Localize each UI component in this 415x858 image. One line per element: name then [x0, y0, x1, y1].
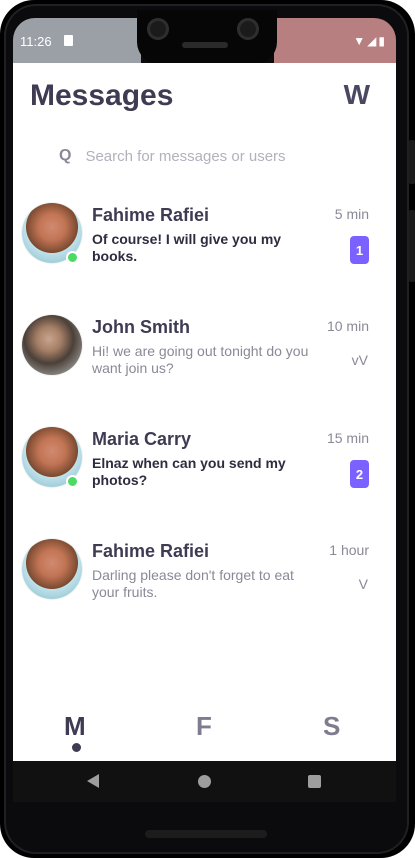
android-nav-bar — [13, 761, 396, 802]
nav-tab-s[interactable]: S — [323, 711, 340, 742]
bottom-nav: M F S — [13, 705, 396, 755]
avatar — [22, 315, 82, 375]
sd-card-icon — [64, 35, 73, 46]
chat-preview: Of course! I will give you my books. — [92, 231, 282, 264]
home-icon[interactable] — [198, 775, 211, 788]
profile-button[interactable]: W — [344, 79, 370, 111]
sent-receipt-icon: V — [358, 576, 368, 592]
chat-time: 5 min — [334, 206, 369, 222]
chat-item[interactable]: Maria Carry Elnaz when can you send my p… — [13, 427, 396, 517]
avatar — [22, 539, 82, 599]
volume-button — [409, 210, 415, 282]
chat-name: Fahime Rafiei — [92, 205, 210, 225]
messages-app-screen: Messages W Q Fahime Rafiei Of course! I … — [13, 63, 396, 761]
unread-badge: 1 — [350, 236, 369, 264]
read-receipt-icon: vV — [351, 352, 368, 368]
chat-time: 15 min — [326, 430, 369, 446]
online-status-icon — [66, 251, 79, 264]
chat-time: 1 hour — [329, 542, 369, 558]
side-button — [409, 140, 415, 184]
chat-preview: Hi! we are going out tonight do you want… — [92, 343, 309, 376]
chat-name: John Smith — [92, 317, 190, 337]
chat-item[interactable]: John Smith Hi! we are going out tonight … — [13, 315, 396, 405]
front-sensor-icon — [237, 18, 259, 40]
chat-item[interactable]: Fahime Rafiei Of course! I will give you… — [13, 203, 396, 293]
phone-frame: 11:26 ▼◢▮ Messages W Q Fahime Rafiei Of … — [0, 0, 415, 858]
recents-icon[interactable] — [308, 775, 321, 788]
search-bar: Q — [59, 145, 359, 167]
status-icons: ▼◢▮ — [353, 34, 387, 48]
nav-tab-f[interactable]: F — [196, 711, 212, 742]
page-title: Messages — [30, 79, 174, 112]
signal-icon: ◢ — [367, 34, 379, 48]
status-time: 11:26 — [20, 34, 52, 49]
battery-icon: ▮ — [378, 34, 387, 48]
unread-badge: 2 — [350, 460, 369, 488]
chat-name: Fahime Rafiei — [92, 541, 210, 561]
chat-item[interactable]: Fahime Rafiei Darling please don't forge… — [13, 539, 396, 629]
nav-tab-messages[interactable]: M — [64, 711, 86, 742]
back-icon[interactable] — [87, 774, 99, 788]
search-input[interactable] — [83, 146, 338, 166]
wifi-icon: ▼ — [353, 34, 368, 48]
chat-name: Maria Carry — [92, 429, 192, 449]
bottom-speaker — [145, 830, 267, 838]
earpiece-speaker — [182, 42, 228, 48]
active-tab-indicator — [72, 743, 81, 752]
search-icon[interactable]: Q — [59, 147, 71, 165]
chat-preview: Elnaz when can you send my photos? — [92, 455, 286, 488]
front-camera-icon — [147, 18, 169, 40]
online-status-icon — [66, 475, 79, 488]
chat-preview: Darling please don't forget to eat your … — [92, 567, 294, 600]
chat-time: 10 min — [326, 318, 369, 334]
